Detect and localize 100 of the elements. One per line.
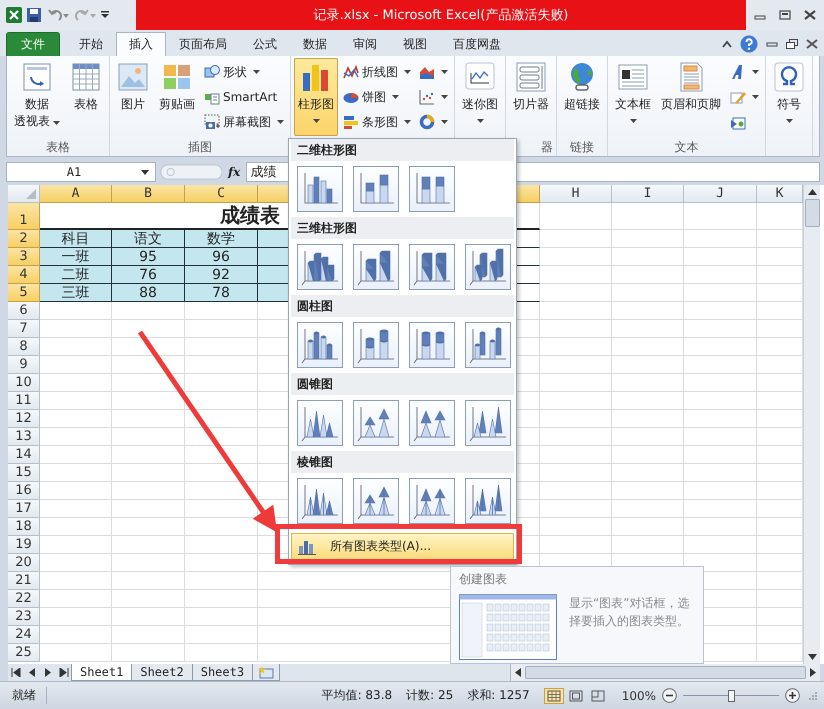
ribbon-button[interactable]: 超链接 <box>560 58 604 136</box>
maximize-button[interactable] <box>776 8 793 22</box>
row-header[interactable]: 6 <box>8 302 40 320</box>
row-header[interactable]: 3 <box>8 248 40 266</box>
zoom-level[interactable]: 100% <box>622 688 656 702</box>
sheet-tab[interactable]: Sheet2 <box>131 664 193 681</box>
grid-cell <box>540 428 612 446</box>
sheet-tab[interactable]: Sheet1 <box>71 664 132 681</box>
chart-type-option[interactable] <box>465 400 511 446</box>
row-header[interactable]: 22 <box>8 590 40 608</box>
name-box[interactable]: A1 <box>6 162 156 182</box>
ribbon-button[interactable]: 柱形图 <box>294 58 338 136</box>
ribbon-button[interactable]: 数据 透视表 <box>10 58 64 136</box>
row-header[interactable]: 17 <box>8 500 40 518</box>
chart-type-option[interactable] <box>297 400 343 446</box>
row-header[interactable]: 10 <box>8 374 40 392</box>
ribbon-button[interactable]: 形状 <box>201 60 287 84</box>
chart-type-option[interactable] <box>465 244 511 290</box>
zoom-out-button[interactable] <box>662 688 677 703</box>
row-header[interactable]: 8 <box>8 338 40 356</box>
ribbon-tab[interactable]: 开始 <box>66 32 116 56</box>
row-header[interactable]: 12 <box>8 410 40 428</box>
row-header[interactable]: 2 <box>8 230 40 248</box>
chart-type-option[interactable] <box>353 478 399 524</box>
row-header[interactable]: 23 <box>8 608 40 626</box>
column-header[interactable]: A <box>40 185 112 203</box>
row-header[interactable]: 16 <box>8 482 40 500</box>
chart-type-option[interactable] <box>353 322 399 368</box>
all-chart-types-item[interactable]: 所有图表类型(A)... <box>291 533 514 560</box>
ribbon-button[interactable]: 折线图 <box>340 60 414 84</box>
ribbon-button[interactable]: 符号 <box>769 58 809 136</box>
close-icon <box>804 10 816 20</box>
save-button[interactable] <box>25 6 43 24</box>
ribbon-button[interactable]: 文本框 <box>611 58 655 136</box>
row-header[interactable]: 4 <box>8 266 40 284</box>
zoom-slider-handle[interactable] <box>728 690 735 702</box>
row-header[interactable]: 5 <box>8 284 40 302</box>
chart-type-option[interactable] <box>409 322 455 368</box>
chart-type-option[interactable] <box>353 166 399 212</box>
chart-type-option[interactable] <box>297 244 343 290</box>
ribbon-button[interactable]: 迷你图 <box>458 58 502 136</box>
chart-type-option[interactable] <box>297 322 343 368</box>
row-header[interactable]: 24 <box>8 626 40 644</box>
row-header[interactable]: 9 <box>8 356 40 374</box>
row-header[interactable]: 1 <box>8 203 40 230</box>
ribbon-tab[interactable]: 视图 <box>390 32 440 56</box>
row-header[interactable]: 7 <box>8 320 40 338</box>
column-header[interactable]: K <box>757 185 803 203</box>
column-header[interactable]: B <box>112 185 185 203</box>
column-header[interactable]: H <box>540 185 612 203</box>
column-header[interactable]: C <box>185 185 258 203</box>
chart-type-option[interactable] <box>465 322 511 368</box>
row-header[interactable]: 11 <box>8 392 40 410</box>
chart-type-option[interactable] <box>465 478 511 524</box>
ribbon-button[interactable]: 页眉和页脚 <box>657 58 725 136</box>
column-header[interactable]: J <box>684 185 757 203</box>
scroll-thumb[interactable] <box>804 199 820 227</box>
ribbon-tab[interactable]: 插入 <box>116 32 166 56</box>
ribbon-button[interactable]: 图片 <box>113 58 153 136</box>
zoom-in-button[interactable] <box>785 688 800 703</box>
row-header[interactable]: 14 <box>8 446 40 464</box>
ribbon-tab[interactable]: 百度网盘 <box>440 32 514 56</box>
row-header[interactable]: 21 <box>8 572 40 590</box>
grid-cell <box>612 266 684 284</box>
ribbon-button[interactable]: 剪贴画 <box>155 58 199 136</box>
row-header[interactable]: 18 <box>8 518 40 536</box>
ribbon-button[interactable]: 屏幕截图 <box>201 110 287 134</box>
ribbon-tab[interactable]: 公式 <box>240 32 290 56</box>
chart-type-option[interactable] <box>409 166 455 212</box>
column-header[interactable]: I <box>612 185 684 203</box>
chart-type-option[interactable] <box>353 244 399 290</box>
ribbon-button[interactable]: 切片器 <box>509 58 553 136</box>
view-button[interactable] <box>544 688 564 704</box>
ribbon-tab[interactable]: 页面布局 <box>166 32 240 56</box>
chart-type-option[interactable] <box>409 244 455 290</box>
horizontal-scrollbar[interactable] <box>510 664 820 681</box>
customize-toolbar-button[interactable] <box>100 10 110 20</box>
chart-type-option[interactable] <box>409 478 455 524</box>
row-header[interactable]: 13 <box>8 428 40 446</box>
chart-type-option[interactable] <box>297 166 343 212</box>
row-header[interactable]: 20 <box>8 554 40 572</box>
row-header[interactable]: 19 <box>8 536 40 554</box>
ribbon-tab[interactable]: 文件 <box>6 32 60 56</box>
ribbon-tab[interactable]: 数据 <box>290 32 340 56</box>
insert-sheet-button[interactable] <box>252 664 280 681</box>
chart-type-option[interactable] <box>409 400 455 446</box>
chart-type-option[interactable] <box>297 478 343 524</box>
row-header[interactable]: 25 <box>8 644 40 662</box>
vertical-scrollbar[interactable] <box>803 185 820 664</box>
ribbon-button[interactable]: 条形图 <box>340 110 414 134</box>
ribbon-tab[interactable]: 审阅 <box>340 32 390 56</box>
ribbon-button[interactable]: 饼图 <box>340 85 414 109</box>
row-header[interactable]: 15 <box>8 464 40 482</box>
close-button[interactable] <box>802 8 818 22</box>
scroll-thumb[interactable] <box>525 666 806 679</box>
insert-function-button[interactable]: fx <box>224 165 244 179</box>
ribbon-button[interactable]: SmartArt <box>201 85 287 109</box>
chart-type-option[interactable] <box>353 400 399 446</box>
ribbon-button[interactable]: 表格 <box>66 58 106 136</box>
sheet-tab[interactable]: Sheet3 <box>192 664 254 681</box>
